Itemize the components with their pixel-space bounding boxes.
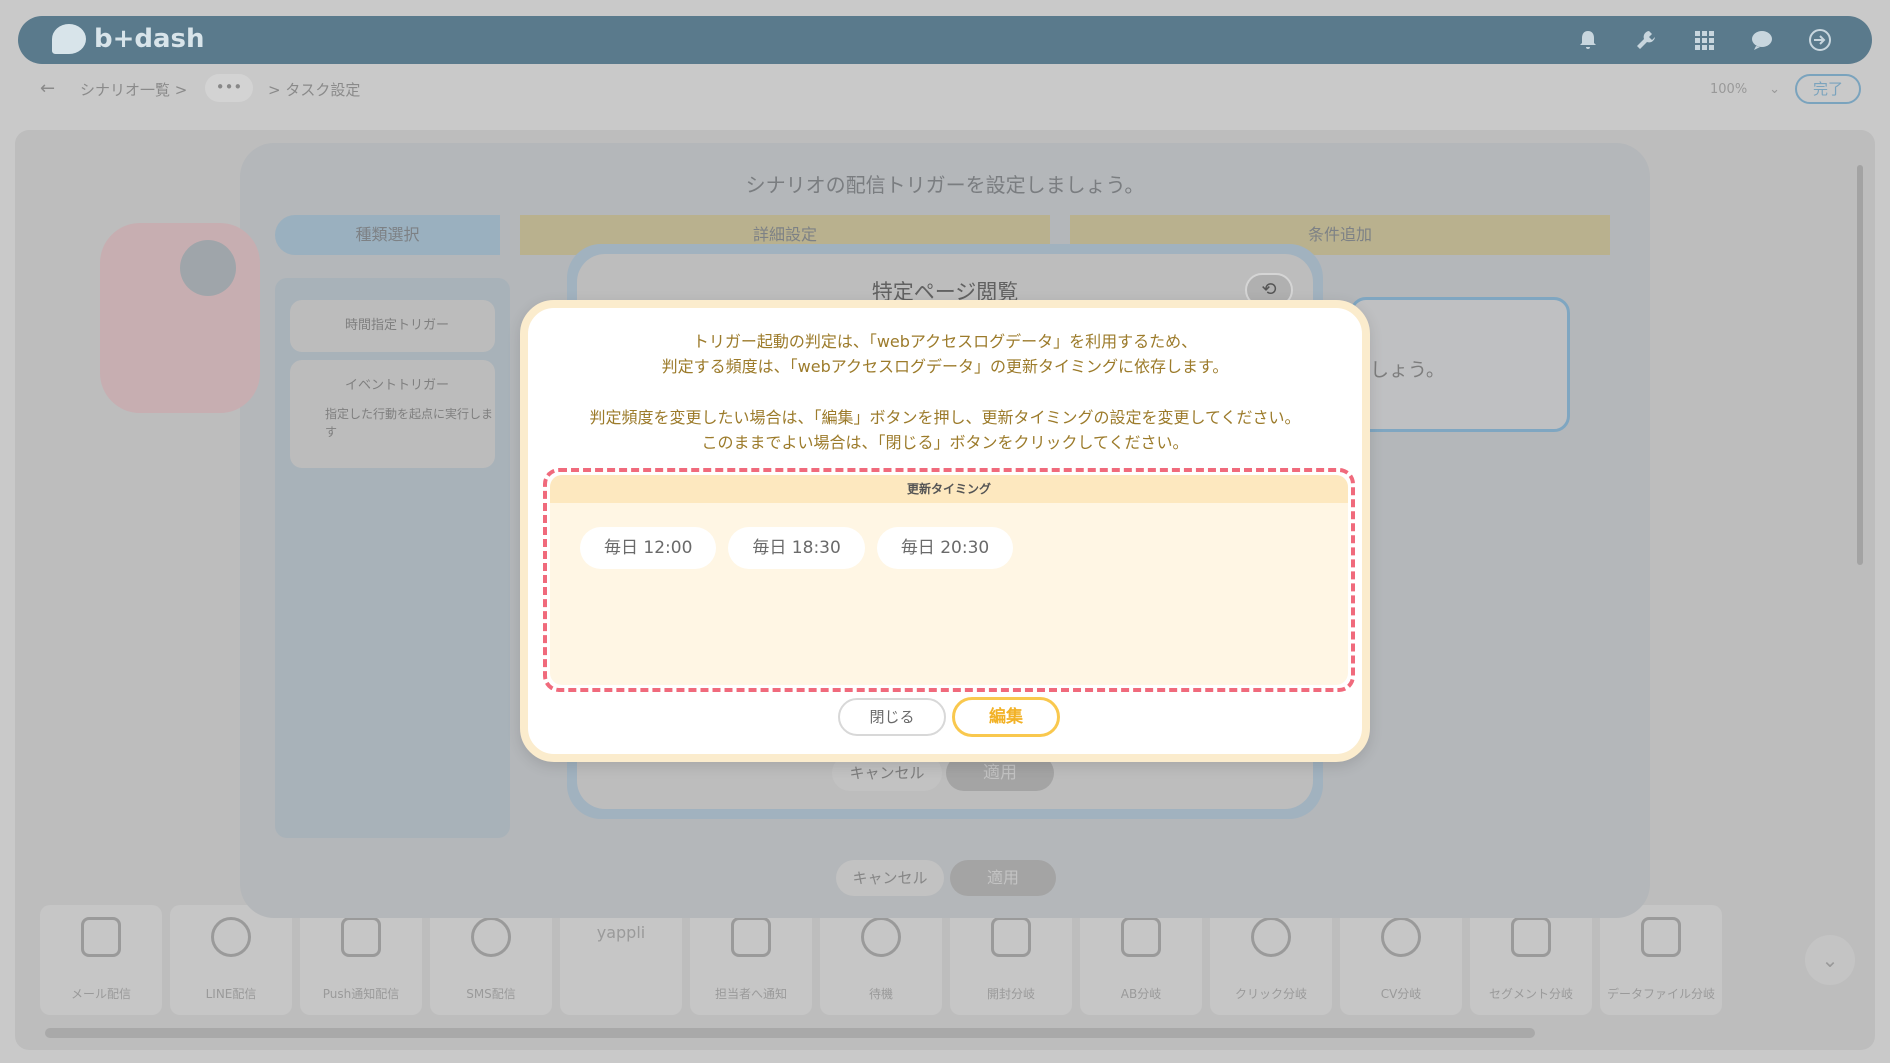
time-trigger-label: 時間指定トリガー bbox=[345, 318, 450, 333]
breadcrumb-more-button[interactable]: ••• bbox=[205, 74, 253, 102]
timing-info-modal: トリガー起動の判定は、「webアクセスログデータ」を利用するため、 判定する頻度… bbox=[520, 300, 1370, 762]
close-button[interactable]: 閉じる bbox=[838, 698, 946, 736]
logo-text: b+dash bbox=[94, 24, 205, 54]
logo[interactable]: b+dash bbox=[52, 24, 205, 54]
event-trigger-item[interactable]: イベントトリガー 指定した行動を起点に実行します bbox=[290, 360, 495, 468]
palette-wait[interactable]: 待機 bbox=[820, 905, 942, 1015]
app-header: b+dash bbox=[18, 16, 1872, 64]
group-avatar-icon bbox=[180, 240, 236, 296]
finish-button[interactable]: 完了 bbox=[1795, 74, 1861, 104]
breadcrumb-bar: ← シナリオ一覧 > ••• > タスク設定 100% ⌄ 完了 bbox=[0, 70, 1890, 110]
modal-message-line1: トリガー起動の判定は、「webアクセスログデータ」を利用するため、 bbox=[692, 332, 1198, 351]
wizard-apply-button[interactable]: 適用 bbox=[950, 860, 1056, 896]
vertical-scrollbar[interactable] bbox=[1857, 165, 1863, 565]
zoom-value: 100% bbox=[1710, 82, 1748, 97]
chevron-down-icon: ⌄ bbox=[1769, 82, 1780, 97]
ab-icon bbox=[1121, 917, 1161, 957]
palette-ab-branch[interactable]: AB分岐 bbox=[1080, 905, 1202, 1015]
apps-grid-icon[interactable] bbox=[1692, 28, 1716, 52]
modal-message-line2: 判定する頻度は、「webアクセスログデータ」の更新タイミングに依存します。 bbox=[661, 357, 1229, 376]
timing-chip: 毎日 20:30 bbox=[876, 527, 1014, 569]
condition-hint: しょう。 bbox=[1370, 359, 1445, 381]
mail-icon bbox=[81, 917, 121, 957]
action-palette: メール配信 LINE配信 Push通知配信 SMS配信 yappli 担当者へ通… bbox=[40, 905, 1760, 1015]
palette-open-branch[interactable]: 開封分岐 bbox=[950, 905, 1072, 1015]
header-icons bbox=[1576, 28, 1832, 52]
palette-cv-branch[interactable]: CV分岐 bbox=[1340, 905, 1462, 1015]
clipboard-icon bbox=[1641, 917, 1681, 957]
alarm-clock-icon bbox=[861, 917, 901, 957]
target-card bbox=[100, 223, 260, 413]
line-icon bbox=[211, 917, 251, 957]
modal-message-line4: このままでよい場合は、「閉じる」ボタンをクリックしてください。 bbox=[701, 433, 1189, 452]
update-timing-title: 更新タイミング bbox=[550, 475, 1348, 503]
paper-plane-icon bbox=[731, 917, 771, 957]
timing-chip: 毎日 18:30 bbox=[728, 527, 865, 569]
step-type-select[interactable]: 種類選択 bbox=[275, 215, 500, 255]
phone-icon bbox=[341, 917, 381, 957]
breadcrumb-scenario-list[interactable]: シナリオ一覧 > bbox=[80, 79, 187, 100]
breadcrumb-task-settings: > タスク設定 bbox=[268, 81, 361, 99]
wizard-cancel-button[interactable]: キャンセル bbox=[836, 860, 944, 896]
palette-push[interactable]: Push通知配信 bbox=[300, 905, 422, 1015]
modal-message-line3: 判定頻度を変更したい場合は、「編集」ボタンを押し、更新タイミングの設定を変更して… bbox=[589, 408, 1301, 427]
update-timing-panel: 更新タイミング 毎日 12:00 毎日 18:30 毎日 20:30 bbox=[543, 468, 1355, 692]
zoom-select[interactable]: 100% ⌄ bbox=[1660, 76, 1780, 104]
mouse-icon bbox=[1251, 917, 1291, 957]
help-icon[interactable] bbox=[1750, 28, 1774, 52]
back-arrow-icon[interactable]: ← bbox=[40, 78, 55, 99]
wizard-title: シナリオの配信トリガーを設定しましょう。 bbox=[745, 173, 1145, 197]
timing-chip: 毎日 12:00 bbox=[580, 527, 717, 569]
wrench-icon[interactable] bbox=[1634, 28, 1658, 52]
palette-mail[interactable]: メール配信 bbox=[40, 905, 162, 1015]
palette-sms[interactable]: SMS配信 bbox=[430, 905, 552, 1015]
time-trigger-item[interactable]: 時間指定トリガー bbox=[290, 300, 495, 352]
bell-icon[interactable] bbox=[1576, 28, 1600, 52]
logo-mark-icon bbox=[52, 24, 86, 54]
palette-notify[interactable]: 担当者へ通知 bbox=[690, 905, 812, 1015]
palette-click-branch[interactable]: クリック分岐 bbox=[1210, 905, 1332, 1015]
horizontal-scrollbar[interactable] bbox=[45, 1028, 1535, 1038]
palette-segment-branch[interactable]: セグメント分岐 bbox=[1470, 905, 1592, 1015]
edit-button[interactable]: 編集 bbox=[952, 697, 1060, 737]
cv-magnifier-icon bbox=[1381, 917, 1421, 957]
palette-yappli[interactable]: yappli bbox=[560, 905, 682, 1015]
event-trigger-label: イベントトリガー bbox=[345, 378, 450, 393]
event-trigger-description: 指定した行動を起点に実行します bbox=[325, 407, 494, 439]
palette-line[interactable]: LINE配信 bbox=[170, 905, 292, 1015]
logout-icon[interactable] bbox=[1808, 28, 1832, 52]
open-mail-icon bbox=[991, 917, 1031, 957]
chevron-down-icon[interactable]: ⌄ bbox=[1805, 935, 1855, 985]
update-timing-body: 更新タイミング 毎日 12:00 毎日 18:30 毎日 20:30 bbox=[550, 475, 1348, 685]
person-card-icon bbox=[1511, 917, 1551, 957]
chat-icon bbox=[471, 917, 511, 957]
timing-chip-list: 毎日 12:00 毎日 18:30 毎日 20:30 bbox=[580, 527, 1014, 569]
palette-datafile-branch[interactable]: データファイル分岐 bbox=[1600, 905, 1722, 1015]
